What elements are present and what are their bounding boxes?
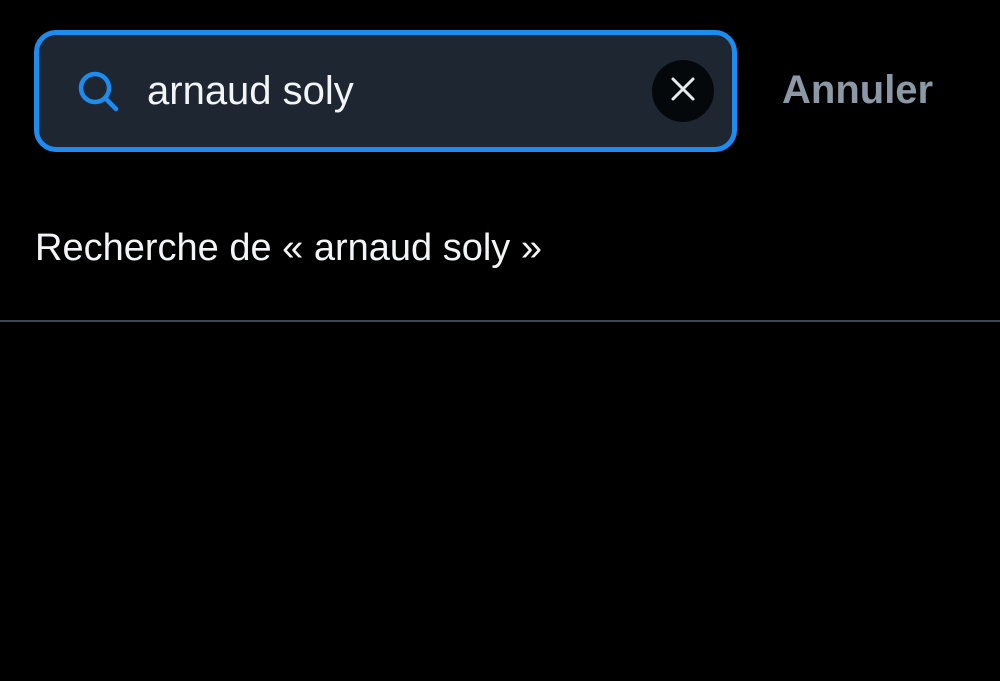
cancel-button[interactable]: Annuler	[782, 62, 933, 118]
search-bar[interactable]	[34, 30, 737, 152]
search-suggestion-label: Recherche de « arnaud soly »	[35, 226, 542, 269]
divider	[0, 320, 1000, 322]
search-input[interactable]	[147, 61, 647, 121]
clear-search-button[interactable]	[652, 60, 714, 122]
search-icon	[75, 68, 121, 114]
close-icon	[670, 76, 696, 107]
search-screen: Annuler Recherche de « arnaud soly »	[0, 0, 1000, 681]
search-suggestion-item[interactable]: Recherche de « arnaud soly »	[0, 190, 1000, 320]
